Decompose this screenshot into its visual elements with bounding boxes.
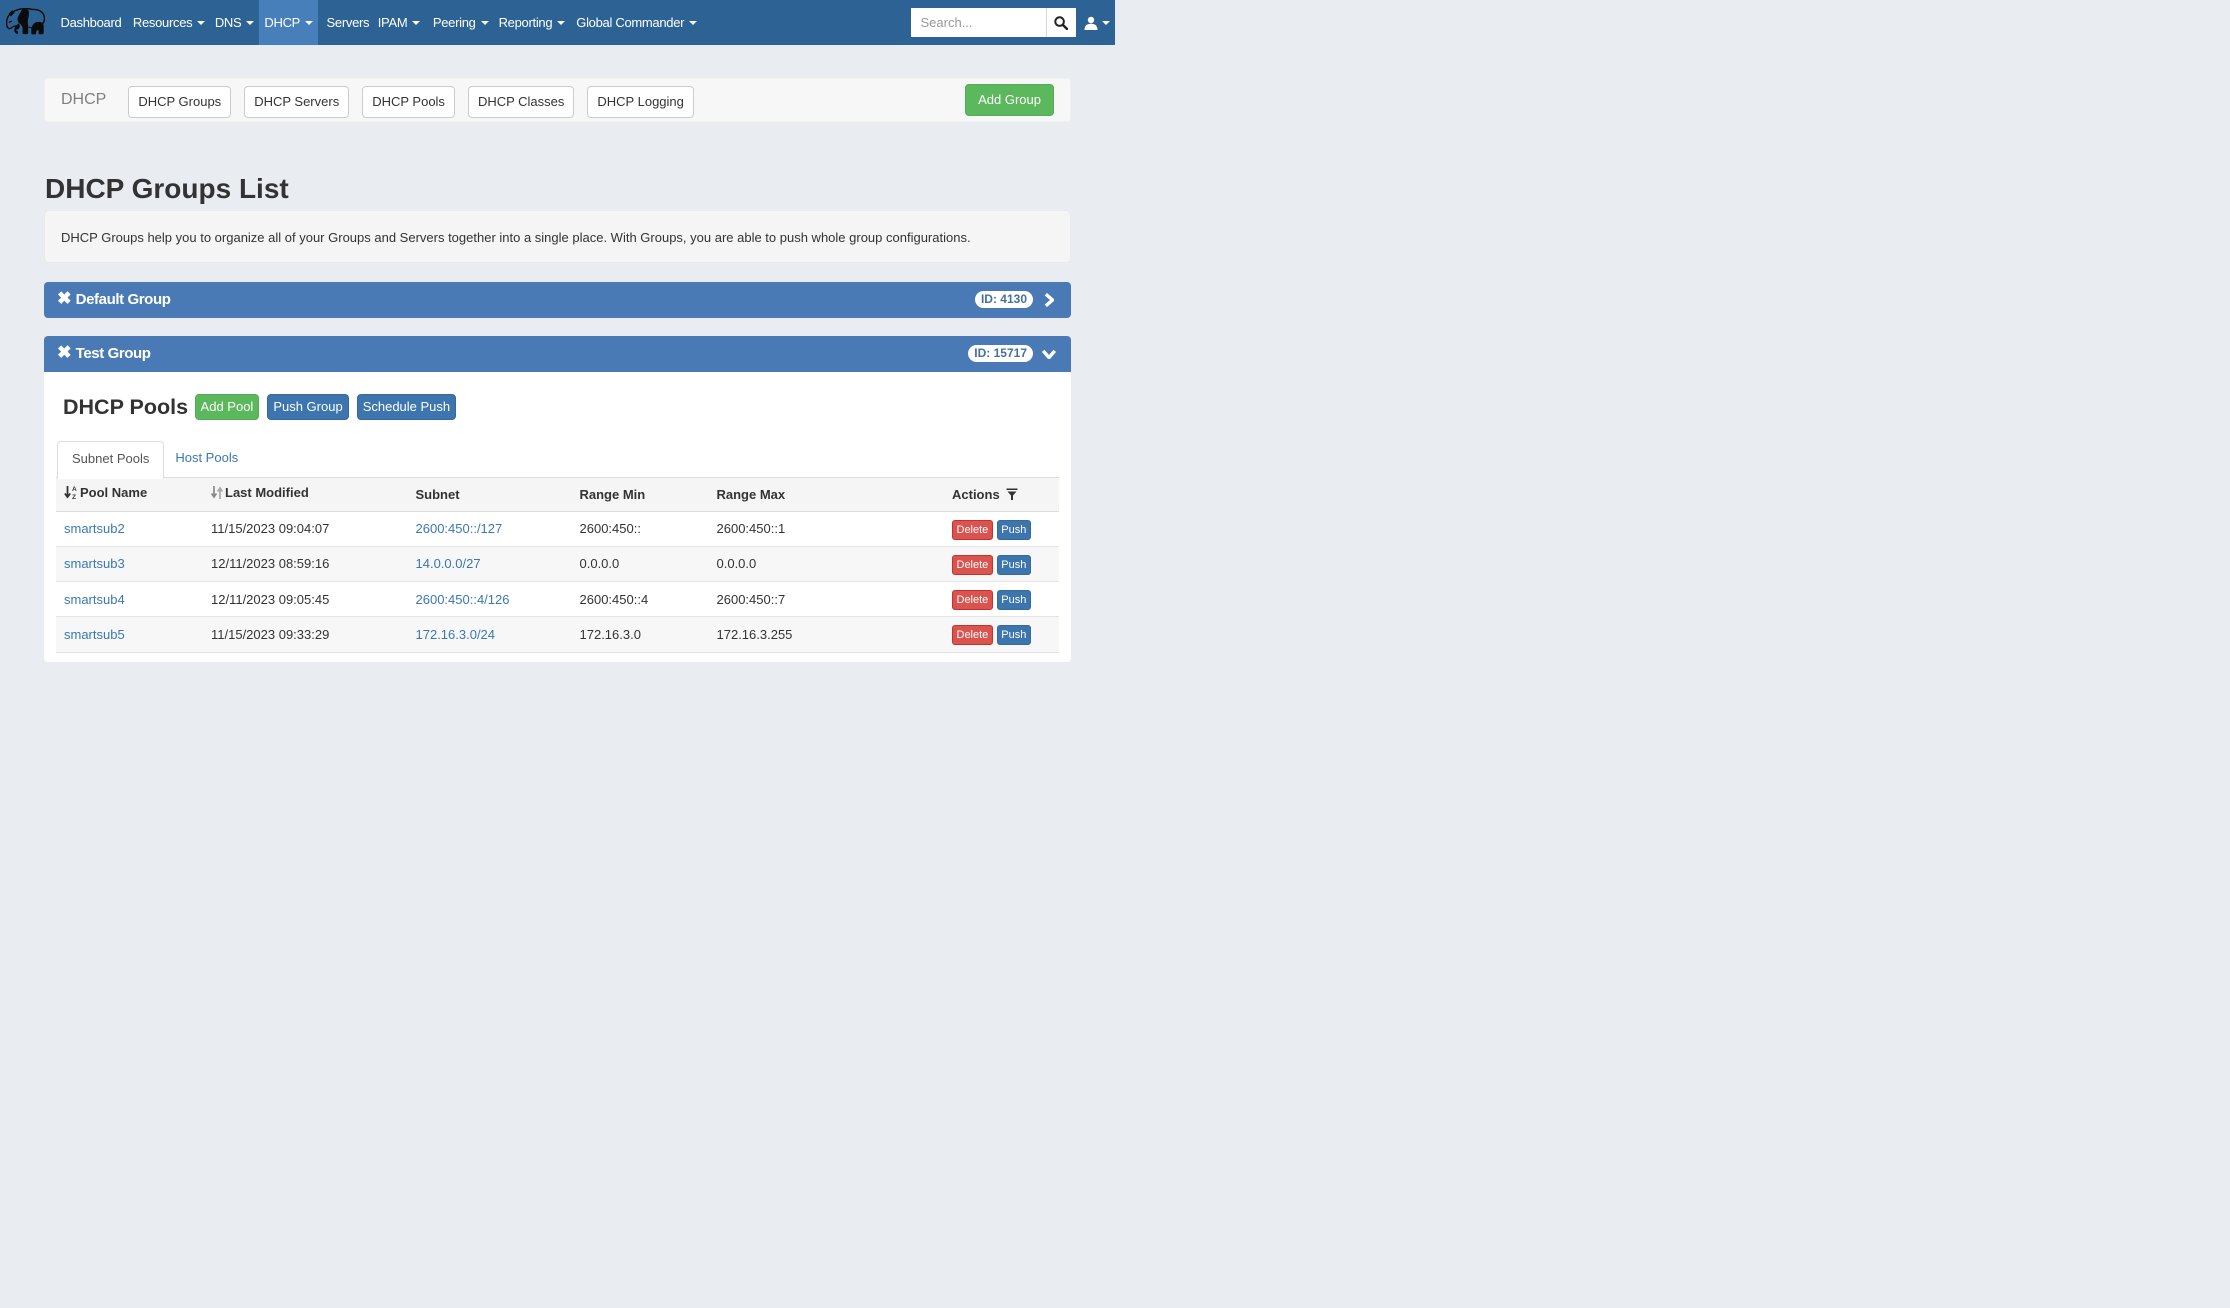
svg-text:A: A [72, 486, 77, 493]
svg-text:Z: Z [72, 494, 76, 500]
